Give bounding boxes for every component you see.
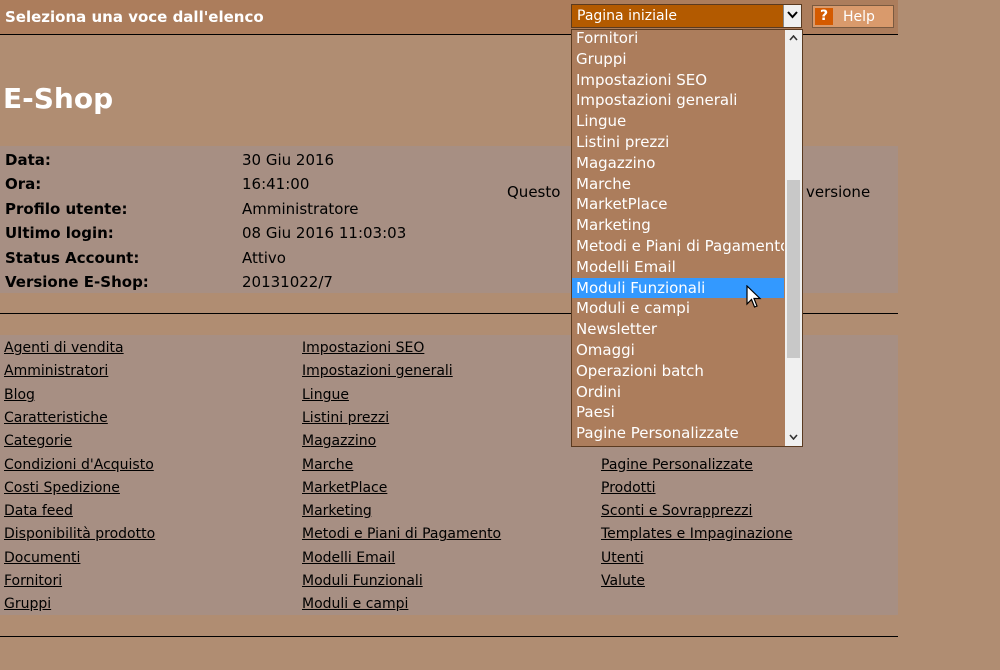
info-value: Amministratore bbox=[242, 199, 359, 218]
page-select[interactable]: Pagina iniziale bbox=[571, 4, 802, 28]
nav-link[interactable]: Gruppi bbox=[4, 595, 51, 613]
dropdown-option[interactable]: Metodi e Piani di Pagamento bbox=[572, 236, 784, 256]
page-select-value: Pagina iniziale bbox=[577, 8, 678, 24]
info-note-tail: versione bbox=[806, 183, 871, 201]
info-row: Versione E-Shop: 20131022/7 bbox=[0, 270, 500, 294]
info-row: Status Account: Attivo bbox=[0, 246, 500, 270]
info-value: 20131022/7 bbox=[242, 273, 333, 291]
dropdown-option[interactable]: Magazzino bbox=[572, 153, 784, 173]
nav-link[interactable]: Marketing bbox=[302, 502, 372, 520]
nav-link[interactable]: Impostazioni generali bbox=[302, 362, 453, 380]
dropdown-option[interactable]: Pagine Personalizzate bbox=[572, 423, 784, 443]
dropdown-option[interactable]: Gruppi bbox=[572, 49, 784, 69]
nav-link[interactable]: Lingue bbox=[302, 386, 349, 404]
dropdown-option[interactable]: Marche bbox=[572, 174, 784, 194]
dropdown-option[interactable]: Paesi bbox=[572, 402, 784, 422]
nav-link[interactable]: Utenti bbox=[601, 549, 644, 567]
chevron-down-icon[interactable] bbox=[783, 5, 801, 27]
info-row: Data: 30 Giu 2016 bbox=[0, 148, 500, 172]
page-dropdown-list[interactable]: Fornitori Gruppi Impostazioni SEO Impostazi… bbox=[571, 29, 803, 447]
nav-link[interactable]: Categorie bbox=[4, 432, 72, 450]
dropdown-option[interactable]: Omaggi bbox=[572, 340, 784, 360]
dropdown-option[interactable]: Newsletter bbox=[572, 319, 784, 339]
dropdown-option[interactable]: Operazioni batch bbox=[572, 361, 784, 381]
info-value: 16:41:00 bbox=[242, 175, 310, 194]
info-note: Questo bbox=[507, 183, 561, 201]
nav-link[interactable]: Marche bbox=[302, 456, 353, 474]
nav-link[interactable]: Costi Spedizione bbox=[4, 479, 120, 497]
info-value: Attivo bbox=[242, 248, 286, 267]
nav-link[interactable]: Condizioni d'Acquisto bbox=[4, 456, 154, 474]
info-label: Versione E-Shop: bbox=[5, 273, 149, 291]
help-button[interactable]: ? Help bbox=[812, 5, 894, 28]
dropdown-option[interactable]: Fornitori bbox=[572, 30, 784, 48]
nav-link[interactable]: Data feed bbox=[4, 502, 73, 520]
help-icon: ? bbox=[815, 8, 833, 25]
dropdown-scrollbar[interactable] bbox=[785, 30, 802, 446]
nav-link[interactable]: Moduli Funzionali bbox=[302, 572, 423, 590]
scroll-down-icon[interactable] bbox=[785, 429, 802, 446]
nav-link[interactable]: Prodotti bbox=[601, 479, 656, 497]
dropdown-option[interactable]: Marketing bbox=[572, 215, 784, 235]
info-row: Ultimo login: 08 Giu 2016 11:03:03 bbox=[0, 221, 500, 245]
info-row: Ora: 16:41:00 bbox=[0, 172, 500, 196]
dropdown-option[interactable]: Impostazioni generali bbox=[572, 90, 784, 110]
nav-link[interactable]: Magazzino bbox=[302, 432, 376, 450]
scroll-thumb[interactable] bbox=[787, 180, 800, 358]
info-row: Profilo utente: Amministratore bbox=[0, 197, 500, 221]
mouse-cursor-icon bbox=[746, 285, 762, 308]
info-label: Ultimo login: bbox=[5, 224, 114, 243]
nav-link[interactable]: Listini prezzi bbox=[302, 409, 389, 427]
nav-link[interactable]: Sconti e Sovrapprezzi bbox=[601, 502, 752, 520]
dropdown-option[interactable]: Ordini bbox=[572, 382, 784, 402]
nav-link[interactable]: Valute bbox=[601, 572, 645, 590]
brand-title: E-Shop bbox=[3, 82, 114, 115]
nav-link[interactable]: MarketPlace bbox=[302, 479, 387, 497]
nav-link[interactable]: Blog bbox=[4, 386, 35, 404]
nav-link[interactable]: Modelli Email bbox=[302, 549, 395, 567]
nav-link[interactable]: Templates e Impaginazione bbox=[601, 525, 792, 543]
divider bbox=[0, 636, 898, 637]
info-value: 08 Giu 2016 11:03:03 bbox=[242, 224, 407, 243]
dropdown-option[interactable]: MarketPlace bbox=[572, 194, 784, 214]
nav-link[interactable]: Pagine Personalizzate bbox=[601, 456, 753, 474]
nav-link[interactable]: Impostazioni SEO bbox=[302, 339, 424, 357]
nav-link[interactable]: Moduli e campi bbox=[302, 595, 408, 613]
nav-link[interactable]: Metodi e Piani di Pagamento bbox=[302, 525, 501, 543]
info-label: Profilo utente: bbox=[5, 199, 128, 218]
nav-link[interactable]: Disponibilità prodotto bbox=[4, 525, 155, 543]
nav-link[interactable]: Amministratori bbox=[4, 362, 108, 380]
nav-link[interactable]: Agenti di vendita bbox=[4, 339, 124, 357]
page-instruction: Seleziona una voce dall'elenco bbox=[5, 8, 264, 26]
dropdown-option[interactable]: Impostazioni SEO bbox=[572, 70, 784, 90]
nav-link[interactable]: Documenti bbox=[4, 549, 80, 567]
scroll-up-icon[interactable] bbox=[785, 30, 802, 47]
nav-link[interactable]: Fornitori bbox=[4, 572, 62, 590]
dropdown-option[interactable]: Listini prezzi bbox=[572, 132, 784, 152]
help-label: Help bbox=[843, 9, 875, 25]
dropdown-option[interactable]: Modelli Email bbox=[572, 257, 784, 277]
dropdown-option[interactable]: Lingue bbox=[572, 111, 784, 131]
info-value: 30 Giu 2016 bbox=[242, 151, 335, 169]
info-label: Status Account: bbox=[5, 248, 140, 267]
nav-link[interactable]: Caratteristiche bbox=[4, 409, 108, 427]
info-label: Data: bbox=[5, 151, 51, 169]
info-label: Ora: bbox=[5, 175, 42, 194]
